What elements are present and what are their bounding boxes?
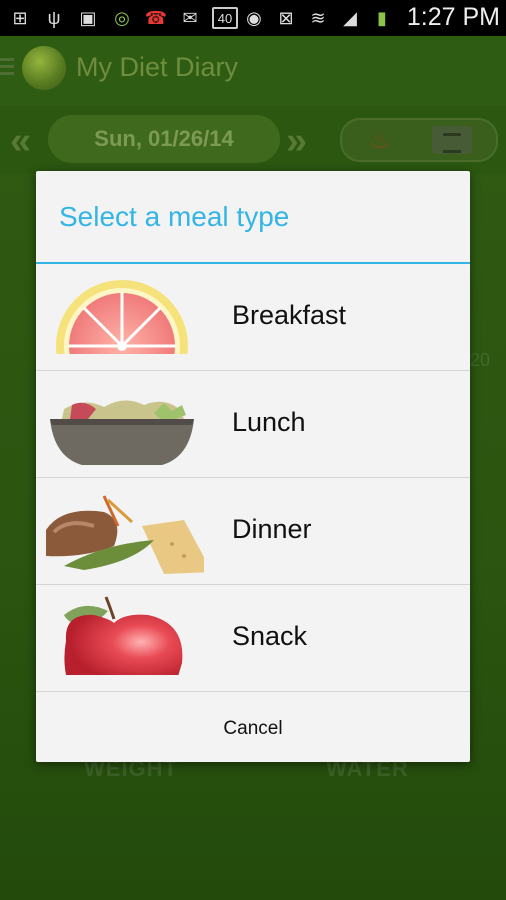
dialog-title: Select a meal type	[59, 201, 290, 232]
battery-charging-icon: ▮	[377, 7, 387, 28]
dinner-plate-icon	[46, 495, 204, 574]
meal-option-lunch[interactable]: Lunch	[36, 371, 470, 478]
meal-label-snack: Snack	[232, 621, 308, 651]
wifi-icon: ≋	[310, 7, 326, 28]
meal-option-snack[interactable]: Snack	[36, 585, 470, 692]
meal-option-breakfast[interactable]: Breakfast	[36, 264, 470, 371]
flame-icon[interactable]: ♨	[362, 126, 398, 154]
salad-bowl-icon	[50, 400, 194, 465]
usb-icon: ψ	[47, 7, 61, 28]
gmail-icon: ✉	[182, 7, 198, 28]
notification-count-icon: 40	[212, 7, 238, 29]
wifi-shield-icon: ◎	[114, 7, 130, 28]
cancel-button[interactable]: Cancel	[36, 695, 470, 762]
action-bar: My Diet Diary	[0, 36, 506, 102]
eye-icon: ◉	[246, 7, 262, 28]
status-bar: ⊞ ψ ▣ ◎ ☎ ✉ 40 ◉ ⊠ ≋ ◢ ▮ 1:27 PM	[0, 0, 506, 36]
background-number: 20	[470, 350, 491, 370]
nfc-icon: ⊠	[278, 7, 294, 28]
meal-type-dialog: Select a meal type Breakfast Lunch Dinne…	[36, 171, 470, 762]
meal-label-lunch: Lunch	[232, 407, 306, 437]
grapefruit-icon	[44, 280, 204, 362]
meal-label-breakfast: Breakfast	[232, 300, 347, 330]
missed-call-icon: ☎	[144, 7, 168, 28]
date-bar: « Sun, 01/26/14 » ♨	[0, 106, 506, 174]
signal-icon: ◢	[343, 7, 357, 28]
prev-day-button[interactable]: «	[10, 120, 31, 163]
meal-option-dinner[interactable]: Dinner	[36, 478, 470, 585]
meal-label-dinner: Dinner	[232, 514, 312, 544]
status-icons-right: ◉ ⊠ ≋ ◢ ▮	[242, 6, 394, 30]
image-icon: ▣	[79, 7, 97, 28]
status-icons-left: ⊞ ψ ▣ ◎ ☎ ✉ 40	[8, 6, 238, 30]
next-day-button[interactable]: »	[286, 120, 307, 163]
view-toggle[interactable]: ♨	[340, 118, 498, 162]
apple-icon	[44, 596, 204, 683]
list-icon[interactable]	[432, 126, 472, 154]
status-time: 1:27 PM	[406, 3, 500, 31]
menu-icon[interactable]	[0, 58, 14, 78]
add-icon: ⊞	[12, 7, 28, 28]
apple-logo-icon	[22, 46, 66, 90]
app-title: My Diet Diary	[76, 52, 239, 82]
date-display[interactable]: Sun, 01/26/14	[48, 115, 280, 163]
